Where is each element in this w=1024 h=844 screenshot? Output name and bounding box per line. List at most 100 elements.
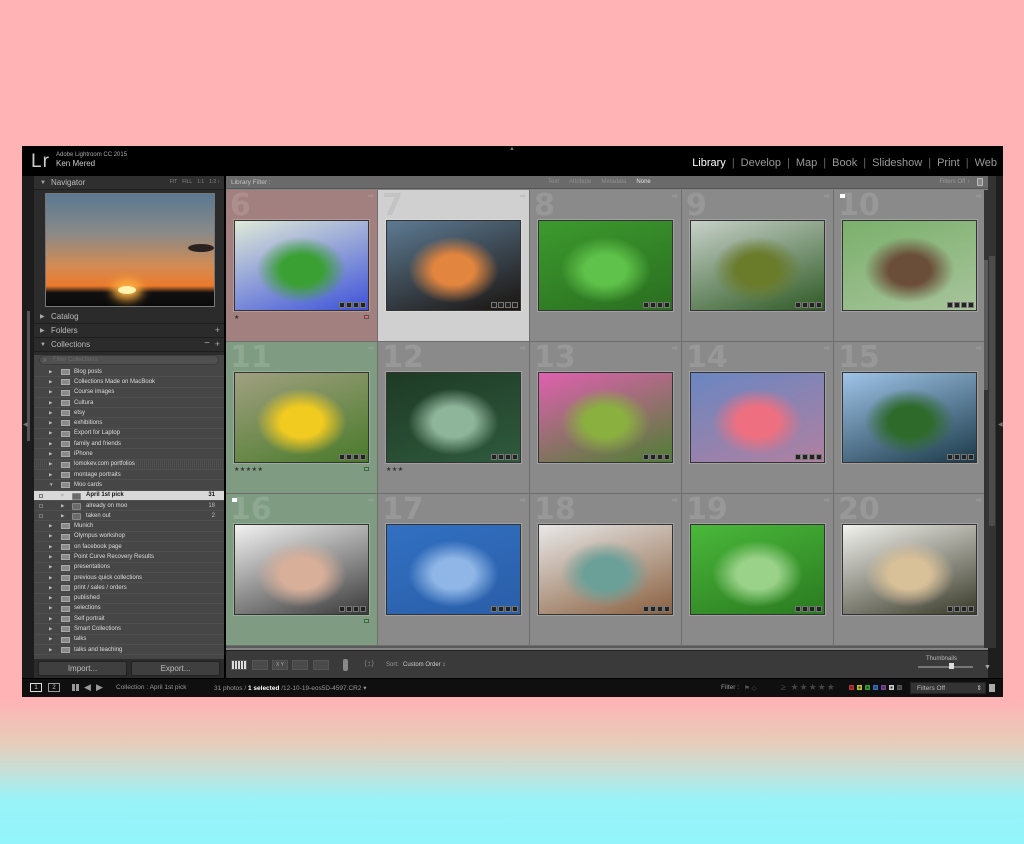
develop-badge-icon[interactable]: [360, 454, 366, 460]
photo-thumbnail[interactable]: [842, 372, 977, 463]
grid-cell[interactable]: 12 ⇨ ★★★: [378, 342, 530, 494]
color-label-icon[interactable]: [364, 315, 369, 319]
zoom-fill[interactable]: FILL: [182, 179, 192, 185]
comment-badge-icon[interactable]: [802, 606, 808, 612]
rotate-icon[interactable]: ⇨: [824, 344, 830, 352]
grid-cell[interactable]: 17 ⇨: [378, 494, 530, 646]
rotate-icon[interactable]: ⇨: [368, 496, 374, 504]
expand-triangle-icon[interactable]: ▶: [49, 410, 52, 416]
expand-triangle-icon[interactable]: ▶: [61, 492, 64, 498]
rotate-icon[interactable]: ⇨: [976, 192, 982, 200]
expand-triangle-icon[interactable]: ▶: [49, 400, 52, 406]
collection-badge-icon[interactable]: [353, 454, 359, 460]
main-window-button[interactable]: 1: [30, 683, 42, 692]
photo-thumbnail[interactable]: [842, 524, 977, 615]
add-collection-icon[interactable]: +: [215, 339, 220, 349]
metadata-badge-icon[interactable]: [491, 454, 497, 460]
remove-collection-icon[interactable]: −: [204, 338, 210, 349]
collection-item[interactable]: ▶ family and friends: [34, 439, 224, 450]
metadata-badge-icon[interactable]: [643, 454, 649, 460]
comment-badge-icon[interactable]: [650, 302, 656, 308]
develop-badge-icon[interactable]: [968, 454, 974, 460]
sort-order-dropdown[interactable]: Custom Order ↕: [403, 662, 445, 668]
photo-thumbnail[interactable]: [234, 220, 369, 311]
grid-cell[interactable]: 10 ⇨: [834, 190, 986, 342]
collections-header[interactable]: ▼ Collections − +: [34, 338, 224, 352]
comment-badge-icon[interactable]: [498, 454, 504, 460]
thumbnail-size-slider[interactable]: [918, 666, 973, 668]
compare-view-button[interactable]: X Y: [272, 660, 288, 670]
expand-triangle-icon[interactable]: ▶: [49, 595, 52, 601]
color-label-icon[interactable]: [364, 467, 369, 471]
comment-badge-icon[interactable]: [954, 454, 960, 460]
expand-triangle-icon[interactable]: ▶: [49, 585, 52, 591]
star-rating[interactable]: ★★★★★: [234, 466, 263, 473]
color-filter-swatch[interactable]: [849, 685, 854, 690]
module-library[interactable]: Library: [692, 157, 726, 169]
expand-triangle-icon[interactable]: ▶: [49, 451, 52, 457]
collection-badge-icon[interactable]: [505, 302, 511, 308]
photo-thumbnail[interactable]: [842, 220, 977, 311]
collection-badge-icon[interactable]: [505, 606, 511, 612]
collection-badge-icon[interactable]: [353, 302, 359, 308]
expand-triangle-icon[interactable]: ▶: [49, 554, 52, 560]
filter-tab-metadata[interactable]: Metadata: [601, 179, 626, 185]
collection-item[interactable]: ▶ presentations: [34, 563, 224, 573]
grid-cell[interactable]: 8 ⇨: [530, 190, 682, 342]
rotate-icon[interactable]: ⇨: [672, 344, 678, 352]
module-map[interactable]: Map: [796, 157, 817, 169]
photo-thumbnail[interactable]: [690, 220, 825, 311]
comment-badge-icon[interactable]: [498, 606, 504, 612]
comment-badge-icon[interactable]: [650, 454, 656, 460]
develop-badge-icon[interactable]: [664, 454, 670, 460]
sort-direction-icon[interactable]: ⟨↕⟩: [364, 659, 374, 668]
metadata-badge-icon[interactable]: [947, 606, 953, 612]
develop-badge-icon[interactable]: [512, 606, 518, 612]
filter-tab-attribute[interactable]: Attribute: [569, 179, 591, 185]
photo-thumbnail[interactable]: [538, 372, 673, 463]
photo-thumbnail[interactable]: [234, 372, 369, 463]
target-collection-checkbox[interactable]: [39, 514, 43, 519]
filter-tab-text[interactable]: Text: [548, 179, 559, 185]
import-button[interactable]: Import...: [38, 661, 127, 676]
photo-thumbnail[interactable]: [690, 372, 825, 463]
photo-thumbnail[interactable]: [386, 220, 521, 311]
comment-badge-icon[interactable]: [498, 302, 504, 308]
develop-badge-icon[interactable]: [968, 606, 974, 612]
filter-switch[interactable]: [989, 684, 995, 692]
navigator-preview[interactable]: [45, 193, 215, 307]
rotate-icon[interactable]: ⇨: [520, 496, 526, 504]
toolbar-menu-icon[interactable]: ▼: [984, 664, 991, 671]
expand-triangle-icon[interactable]: ▶: [49, 616, 52, 622]
collection-item[interactable]: ▶ iPhone: [34, 449, 224, 460]
collection-item[interactable]: ▶ Olympus workshop: [34, 532, 224, 543]
target-collection-checkbox[interactable]: [39, 503, 43, 508]
develop-badge-icon[interactable]: [968, 302, 974, 308]
color-filter-swatch[interactable]: [873, 685, 878, 690]
expand-triangle-icon[interactable]: ▶: [49, 544, 52, 550]
collection-item[interactable]: ▶ Self portrait: [34, 614, 224, 625]
export-button[interactable]: Export...: [131, 661, 220, 676]
folders-header[interactable]: ▶ Folders +: [34, 324, 224, 338]
metadata-badge-icon[interactable]: [339, 302, 345, 308]
metadata-badge-icon[interactable]: [339, 606, 345, 612]
filter-presets-dropdown[interactable]: Filters Off ↕: [939, 179, 970, 185]
loupe-view-button[interactable]: [252, 660, 268, 670]
grid-cell[interactable]: 7 ⇨: [378, 190, 530, 342]
photo-thumbnail[interactable]: [538, 524, 673, 615]
comment-badge-icon[interactable]: [802, 302, 808, 308]
collapse-triangle-icon[interactable]: ▼: [49, 482, 53, 487]
flag-filter-icons[interactable]: ⚑ ◇: [744, 684, 757, 692]
collection-badge-icon[interactable]: [809, 454, 815, 460]
photo-thumbnail[interactable]: [386, 524, 521, 615]
metadata-badge-icon[interactable]: [491, 302, 497, 308]
grid-cell[interactable]: 14 ⇨: [682, 342, 834, 494]
collection-item[interactable]: ▶ Point Curve Recovery Results: [34, 552, 224, 563]
develop-badge-icon[interactable]: [664, 606, 670, 612]
collection-item[interactable]: ▶ on facebook page: [34, 542, 224, 553]
module-slideshow[interactable]: Slideshow: [872, 157, 922, 169]
expand-triangle-icon[interactable]: ▶: [49, 461, 52, 467]
photo-thumbnail[interactable]: [386, 372, 521, 463]
color-filter-swatch[interactable]: [881, 685, 886, 690]
expand-triangle-icon[interactable]: ▶: [49, 575, 52, 581]
